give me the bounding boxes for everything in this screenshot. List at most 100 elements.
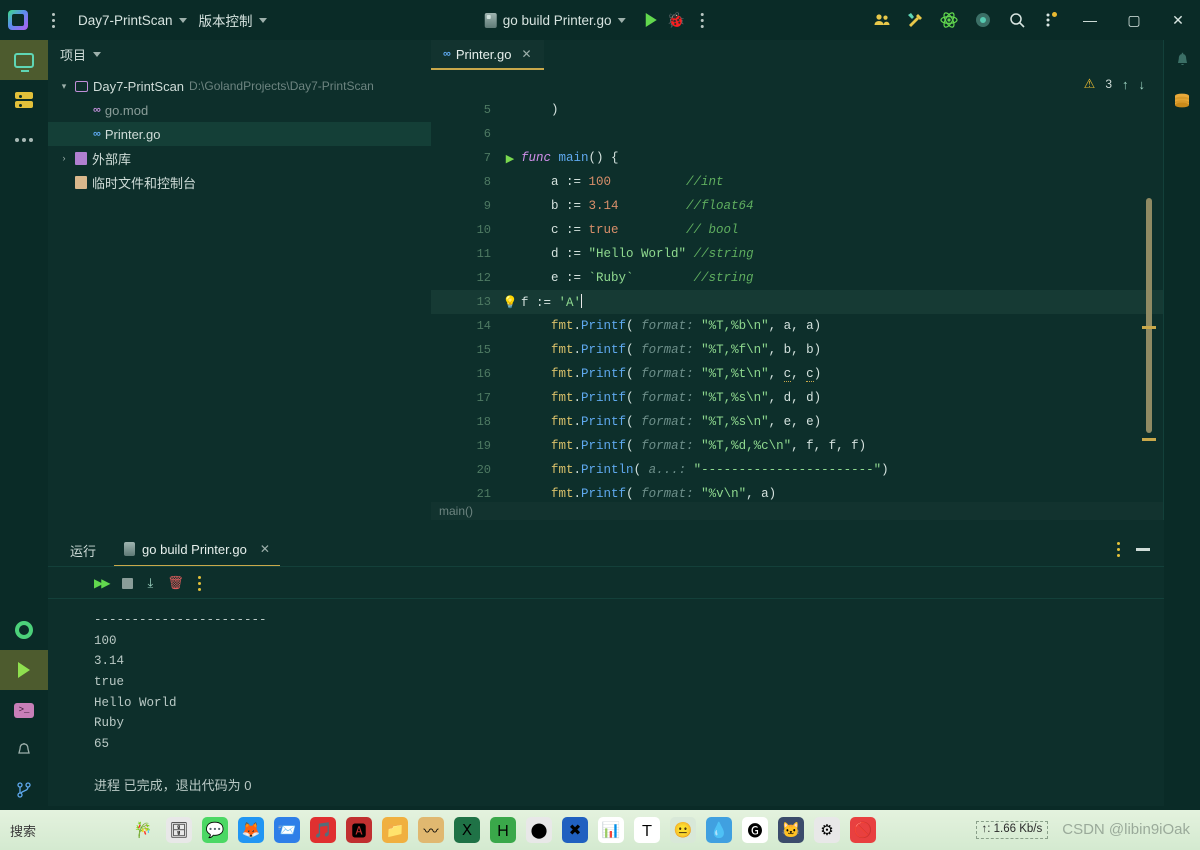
more-run-actions-icon[interactable] (693, 8, 711, 32)
editor-tab-printer-go[interactable]: ∞ Printer.go ✕ (431, 40, 544, 70)
gear-blue-icon[interactable]: ⚙ (814, 817, 840, 843)
run-config-icon (484, 12, 497, 28)
close-icon[interactable]: ✕ (260, 542, 270, 556)
code-line[interactable]: 15 fmt.Printf( format: "%T,%f\n", b, b) (431, 338, 1200, 362)
sidebar-item-terminal[interactable]: >_ (0, 690, 48, 730)
sidebar-item-problems[interactable] (0, 730, 48, 770)
code-line[interactable]: 5 ) (431, 98, 1200, 122)
clips-icon[interactable]: 〰 (418, 817, 444, 843)
run-tab-go-build[interactable]: go build Printer.go ✕ (114, 533, 280, 567)
main-menu-icon[interactable] (44, 8, 62, 32)
code-line[interactable]: 16 fmt.Printf( format: "%T,%t\n", c, c) (431, 362, 1200, 386)
intention-bulb-icon[interactable]: 💡 (499, 295, 521, 309)
expand-toggle-icon[interactable]: ▾ (58, 81, 70, 92)
clear-all-icon[interactable]: 🗑 (167, 575, 184, 591)
sidebar-item-more-tools[interactable] (0, 120, 48, 160)
code-line[interactable]: 11 d := "Hello World" //string (431, 242, 1200, 266)
excel-icon[interactable]: Ⅹ (454, 817, 480, 843)
updates-icon[interactable] (1034, 0, 1068, 40)
rerun-icon[interactable]: ▶▶ (94, 576, 111, 590)
taskbar-search-label[interactable]: 搜索 (0, 821, 130, 840)
inspection-widget[interactable]: ⚠ 3 ↑ ↓ (1084, 76, 1145, 92)
sidebar-item-commit[interactable] (0, 80, 48, 120)
code-line[interactable]: 18 fmt.Printf( format: "%T,%s\n", e, e) (431, 410, 1200, 434)
water-icon[interactable]: 💧 (706, 817, 732, 843)
tree-node[interactable]: ∞ go.mod (48, 98, 431, 122)
recording-icon[interactable] (966, 0, 1000, 40)
chrome-icon[interactable]: ⬤ (526, 817, 552, 843)
network-speed-indicator[interactable]: ↑: 1.66 Kb/s (975, 821, 1049, 839)
collaborate-icon[interactable] (864, 0, 898, 40)
project-panel-header[interactable]: 项目 (48, 40, 431, 68)
dingtalk-icon[interactable]: 📨 (274, 817, 300, 843)
close-icon[interactable]: ✕ (522, 47, 532, 61)
code-line[interactable]: 20 fmt.Println( a...: "-----------------… (431, 458, 1200, 482)
folder-icon[interactable]: 📁 (382, 817, 408, 843)
sidebar-item-settings[interactable] (0, 610, 48, 650)
tools-icon[interactable] (898, 0, 932, 40)
code-line[interactable]: 17 fmt.Printf( format: "%T,%s\n", d, d) (431, 386, 1200, 410)
xmind-icon[interactable]: ✖ (562, 817, 588, 843)
debug-button[interactable]: 🐞 (667, 13, 686, 28)
stop-icon[interactable] (122, 577, 134, 589)
code-line[interactable]: 7 ▶ func main() { (431, 146, 1200, 170)
search-icon[interactable] (1000, 0, 1034, 40)
run-button[interactable] (645, 13, 657, 27)
emoji-icon[interactable]: 😐 (670, 817, 696, 843)
window-close-button[interactable]: ✕ (1156, 0, 1200, 40)
window-minimize-button[interactable]: — (1068, 0, 1112, 40)
sidebar-item-database[interactable] (1164, 80, 1200, 120)
console-output[interactable]: ----------------------- 100 3.14 true Hello … (48, 600, 1164, 810)
sidebar-item-notifications[interactable] (1164, 40, 1200, 80)
scroll-to-end-icon[interactable]: ⤓ (147, 575, 153, 591)
code-line[interactable]: 14 fmt.Printf( format: "%T,%b\n", a, a) (431, 314, 1200, 338)
netease-icon[interactable]: 🎵 (310, 817, 336, 843)
warning-count: 3 (1105, 77, 1112, 91)
code-line[interactable]: 19 fmt.Printf( format: "%T,%d,%c\n", f, … (431, 434, 1200, 458)
windows-taskbar: 搜索 🎋 🗄 💬 🦊 📨 🎵 🅰 📁 〰 Ⅹ Ｈ ⬤ ✖ 📊 Ｔ 😐 💧 🅖 🐱 ⚙ 🚫 ↑: 1.66 Kb/s CS… (0, 810, 1200, 850)
windows-start-icon[interactable]: 🎋 (130, 817, 156, 843)
tree-node[interactable]: 临时文件和控制台 (48, 170, 431, 194)
analytics-icon[interactable]: 📊 (598, 817, 624, 843)
code-editor[interactable]: 5 ) 6 7 ▶ func main() {8 a := 100 //int 9 b :… (431, 98, 1200, 518)
library-icon (75, 151, 87, 165)
code-line[interactable]: 6 (431, 122, 1200, 146)
sidebar-item-git-branch[interactable] (0, 770, 48, 810)
line-number: 7 (483, 151, 491, 165)
code-line[interactable]: 12 e := `Ruby` //string (431, 266, 1200, 290)
previous-problem-icon[interactable]: ↑ (1122, 77, 1129, 92)
tree-node[interactable]: › 外部库 (48, 146, 431, 170)
minimize-icon[interactable] (1136, 548, 1150, 551)
code-line[interactable]: 13 💡 f := 'A' (431, 290, 1200, 314)
project-menu-button[interactable]: Day7-PrintScan (72, 10, 193, 31)
more-options-icon[interactable] (1117, 542, 1120, 557)
sidebar-item-project[interactable] (0, 40, 48, 80)
tree-node[interactable]: ▾ Day7-PrintScan D:\GolandProjects\Day7-Pr… (48, 74, 431, 98)
tree-node[interactable]: ∞ Printer.go (48, 122, 431, 146)
typora-icon[interactable]: Ｔ (634, 817, 660, 843)
editor-area: ∞ Printer.go ✕ ⚠ 3 ↑ ↓ 5 ) 6 7 ▶ func main()… (431, 40, 1200, 520)
goland-icon[interactable]: 🅖 (742, 817, 768, 843)
firefox-icon[interactable]: 🦊 (238, 817, 264, 843)
more-icon[interactable] (197, 575, 201, 591)
huawei-icon[interactable]: Ｈ (490, 817, 516, 843)
next-problem-icon[interactable]: ↓ (1139, 77, 1146, 92)
app-red-icon[interactable]: 🅰 (346, 817, 372, 843)
code-line[interactable]: 9 b := 3.14 //float64 (431, 194, 1200, 218)
vcs-menu-button[interactable]: 版本控制 (193, 7, 273, 33)
slash-icon[interactable]: 🚫 (850, 817, 876, 843)
explorer-icon[interactable]: 🗄 (166, 817, 192, 843)
window-maximize-button[interactable]: ▢ (1112, 0, 1156, 40)
cat-icon[interactable]: 🐱 (778, 817, 804, 843)
ai-assistant-icon[interactable] (932, 0, 966, 40)
code-line[interactable]: 8 a := 100 //int (431, 170, 1200, 194)
run-configuration-selector[interactable]: go build Printer.go (479, 10, 632, 31)
project-menu-label: Day7-PrintScan (78, 12, 173, 28)
code-line[interactable]: 10 c := true // bool (431, 218, 1200, 242)
sidebar-item-run[interactable] (0, 650, 48, 690)
gutter-run-icon[interactable]: ▶ (499, 152, 521, 165)
wechat-icon[interactable]: 💬 (202, 817, 228, 843)
editor-vertical-scrollbar[interactable] (1146, 198, 1152, 433)
expand-toggle-icon[interactable]: › (58, 153, 70, 163)
line-number: 19 (476, 439, 491, 453)
